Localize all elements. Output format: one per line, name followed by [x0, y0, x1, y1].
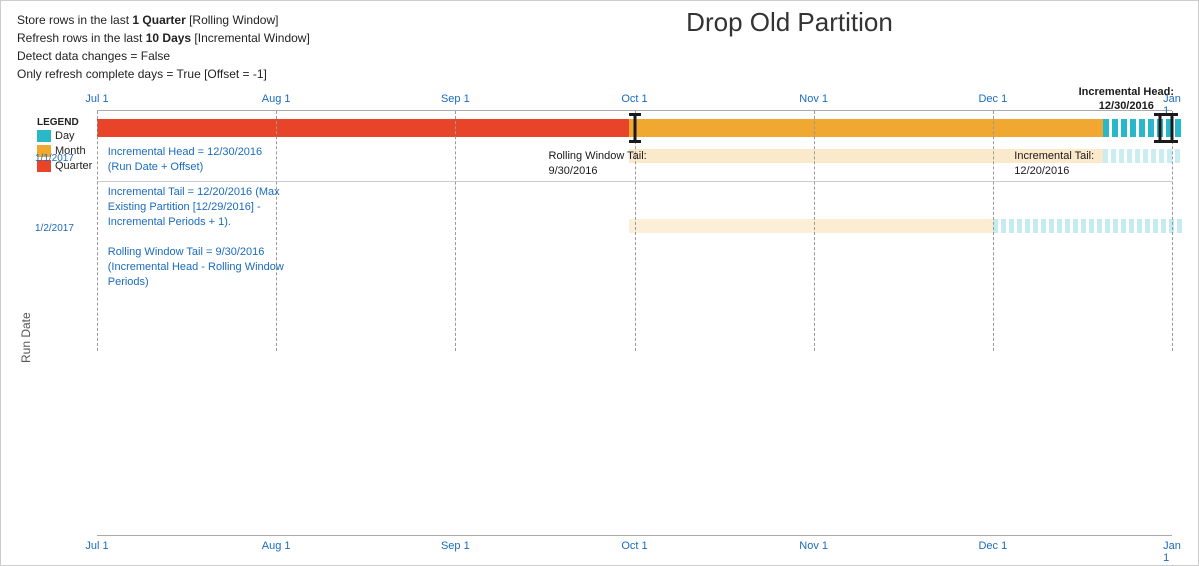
info-line3: Detect data changes = False [17, 47, 397, 65]
bar [629, 219, 814, 233]
chart-panel: Incremental Head: 12/30/2016 Jul 1Aug 1S… [37, 89, 1182, 557]
legend-label-day: Day [55, 130, 75, 142]
legend-color-day [37, 130, 51, 142]
bar [97, 119, 629, 137]
bar [993, 219, 1183, 233]
i-beam [633, 113, 637, 143]
axis-tick-Sep1: Sep 1 [441, 93, 470, 105]
vline [635, 111, 636, 351]
axis-bottom-tick-Aug1: Aug 1 [262, 540, 291, 552]
axis-tick-Nov1: Nov 1 [799, 93, 828, 105]
y-axis-label: Run Date [17, 89, 35, 557]
annotation-text: Incremental Head = 12/30/2016 (Run Date … [108, 145, 262, 175]
axis-bottom-tick-Nov1: Nov 1 [799, 540, 828, 552]
page-title: Drop Old Partition [397, 7, 1182, 38]
info-text: Store rows in the last 1 Quarter [Rollin… [17, 11, 397, 83]
axis-bottom-tick-Sep1: Sep 1 [441, 540, 470, 552]
annotation-text: Rolling Window Tail: 9/30/2016 [549, 149, 647, 179]
data-section: LEGEND Day Month Quarter [37, 111, 1182, 533]
annotation-text: Incremental Tail: 12/20/2016 [1014, 149, 1094, 179]
i-beam [1170, 113, 1174, 143]
run-date-label: 1/1/2017 [35, 153, 74, 164]
rolling-window-value: 1 Quarter [132, 13, 185, 27]
axis-bottom-tick-Dec1: Dec 1 [978, 540, 1007, 552]
rows-area: Incremental Head = 12/30/2016 (Run Date … [97, 111, 1172, 533]
annotation-text: Incremental Tail = 12/20/2016 (Max Exist… [108, 185, 280, 230]
bar [629, 119, 1103, 137]
legend-col: LEGEND Day Month Quarter [37, 111, 97, 533]
axis-tick-Dec1: Dec 1 [978, 93, 1007, 105]
axis-bottom: Jul 1Aug 1Sep 1Oct 1Nov 1Dec 1Jan 1 [97, 535, 1172, 557]
axis-tick-Aug1: Aug 1 [262, 93, 291, 105]
axis-top: Jul 1Aug 1Sep 1Oct 1Nov 1Dec 1Jan 1 [97, 89, 1172, 111]
info-line4: Only refresh complete days = True [Offse… [17, 65, 397, 83]
axis-bottom-tick-Oct1: Oct 1 [621, 540, 647, 552]
axis-bottom-tick-Jan1: Jan 1 [1163, 540, 1181, 564]
axis-tick-Jul1: Jul 1 [85, 93, 108, 105]
annotation-text: Rolling Window Tail = 9/30/2016 (Increme… [108, 245, 284, 290]
info-line1: Store rows in the last 1 Quarter [Rollin… [17, 11, 397, 29]
vline [993, 111, 994, 351]
info-line2: Refresh rows in the last 10 Days [Increm… [17, 29, 397, 47]
i-beam [1158, 113, 1162, 143]
bar [1103, 149, 1183, 163]
main-container: Store rows in the last 1 Quarter [Rollin… [0, 0, 1199, 566]
vline [455, 111, 456, 351]
run-date-label: 1/2/2017 [35, 223, 74, 234]
axis-tick-Oct1: Oct 1 [621, 93, 647, 105]
chart-area: Run Date Incremental Head: 12/30/2016 Ju… [17, 89, 1182, 557]
axis-bottom-tick-Jul1: Jul 1 [85, 540, 108, 552]
header-row: Store rows in the last 1 Quarter [Rollin… [17, 11, 1182, 83]
vline [814, 111, 815, 351]
bar [814, 219, 993, 233]
vline [276, 111, 277, 351]
legend-item-day: Day [37, 130, 97, 142]
inc-head-top-annotation: Incremental Head: 12/30/2016 [1079, 85, 1174, 114]
vline [97, 111, 98, 351]
legend-title: LEGEND [37, 117, 97, 128]
vline [1172, 111, 1173, 351]
incremental-window-value: 10 Days [146, 31, 191, 45]
